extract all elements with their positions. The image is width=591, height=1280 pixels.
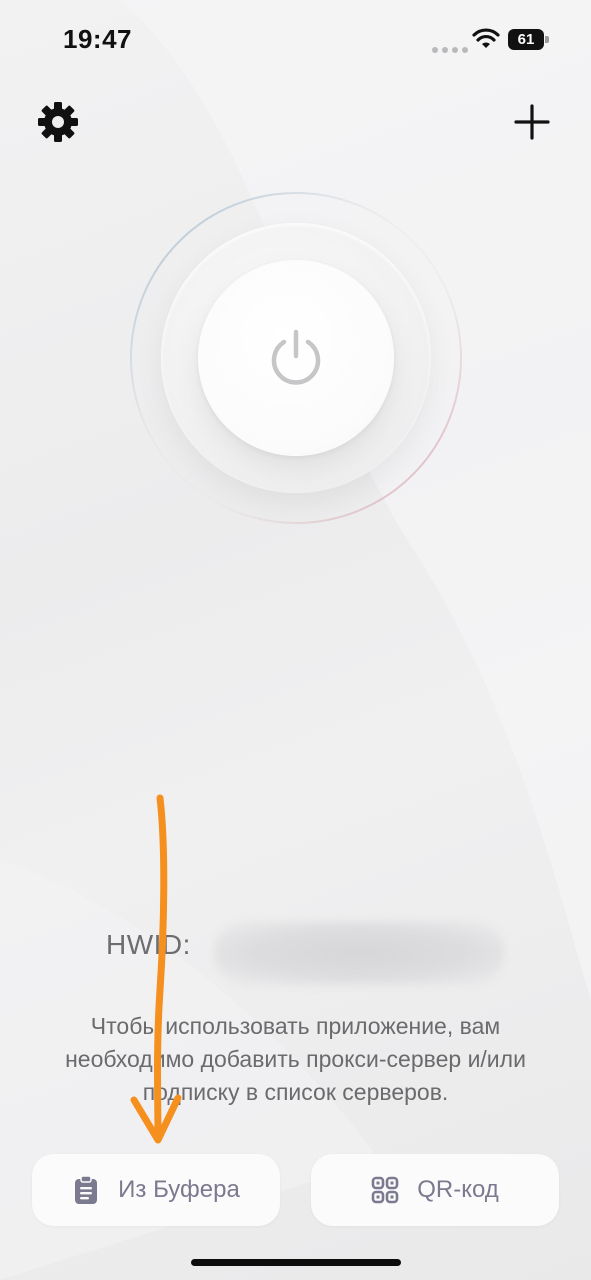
empty-state-message: Чтобы использовать приложение, вам необх… bbox=[65, 1013, 526, 1105]
home-indicator bbox=[191, 1259, 401, 1266]
wifi-icon bbox=[472, 28, 500, 48]
power-control bbox=[128, 190, 464, 526]
add-button[interactable] bbox=[510, 100, 554, 144]
plus-icon bbox=[514, 104, 550, 140]
scan-qr-button[interactable]: QR-код bbox=[311, 1154, 559, 1226]
settings-button[interactable] bbox=[36, 100, 80, 144]
hwid-value-redacted bbox=[214, 921, 504, 985]
clipboard-icon bbox=[75, 1175, 98, 1204]
battery-icon: 61 bbox=[508, 29, 550, 50]
hwid-label: HWID: bbox=[106, 929, 191, 960]
clipboard-button-label: Из Буфера bbox=[118, 1176, 240, 1203]
qr-button-label: QR-код bbox=[417, 1176, 499, 1203]
gear-icon bbox=[38, 102, 78, 142]
cellular-dots-icon bbox=[432, 40, 472, 58]
power-button[interactable] bbox=[198, 260, 394, 456]
status-time: 19:47 bbox=[63, 24, 132, 54]
hwid: HWID: bbox=[106, 921, 504, 985]
qr-code-icon bbox=[371, 1176, 399, 1204]
battery-level: 61 bbox=[508, 29, 544, 50]
status-bar: 19:47 61 bbox=[0, 0, 591, 80]
power-icon bbox=[271, 329, 321, 385]
paste-from-clipboard-button[interactable]: Из Буфера bbox=[32, 1154, 280, 1226]
